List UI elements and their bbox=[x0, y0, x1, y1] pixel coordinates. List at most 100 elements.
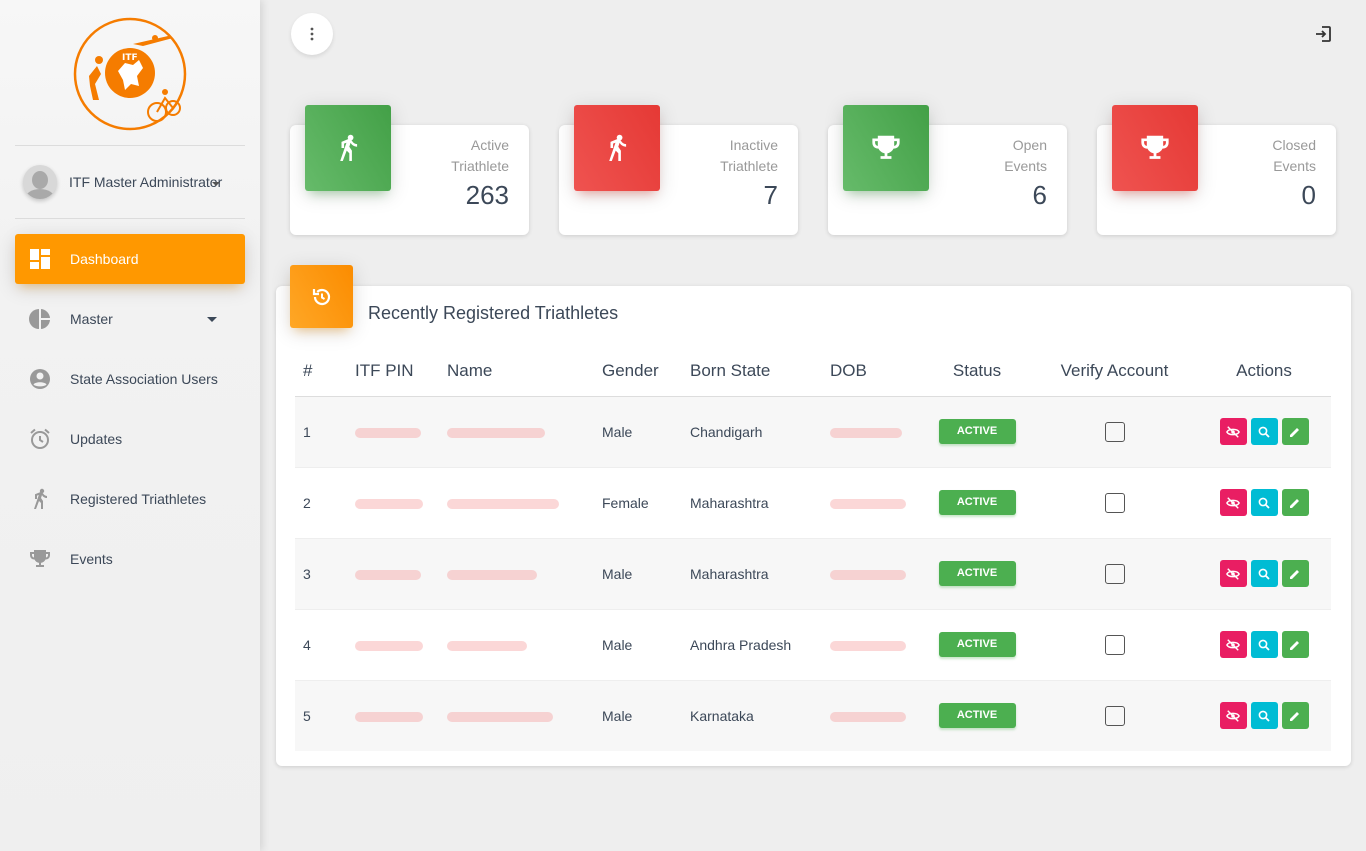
sidebar-item-label: Registered Triathletes bbox=[70, 491, 207, 507]
stat-value: 6 bbox=[1032, 180, 1047, 210]
sidebar-item-state-association-users[interactable]: State Association Users bbox=[15, 354, 245, 404]
more-vert-icon bbox=[310, 27, 314, 41]
visibility-off-icon bbox=[1226, 425, 1240, 438]
column-header: ITF PIN bbox=[347, 346, 439, 397]
sidebar-item-updates[interactable]: Updates bbox=[15, 414, 245, 464]
gender-cell: Male bbox=[594, 609, 682, 681]
status-badge[interactable]: ACTIVE bbox=[938, 703, 1016, 729]
verify-checkbox[interactable] bbox=[1104, 634, 1125, 655]
stat-label: Active Triathlete bbox=[451, 137, 509, 174]
visibility-off-icon bbox=[1226, 567, 1240, 580]
avatar bbox=[23, 165, 57, 199]
name-cell bbox=[439, 467, 594, 539]
logout-icon bbox=[1316, 26, 1331, 42]
edit-button[interactable] bbox=[1281, 418, 1309, 445]
redacted-name bbox=[447, 427, 545, 438]
hide-button[interactable] bbox=[1219, 489, 1247, 516]
verify-cell bbox=[1032, 396, 1197, 468]
redacted-pin bbox=[355, 498, 423, 509]
account-circle-icon bbox=[28, 367, 52, 391]
search-icon bbox=[1258, 710, 1270, 722]
view-button[interactable] bbox=[1250, 702, 1278, 730]
dob-cell bbox=[822, 680, 922, 751]
redacted-pin bbox=[355, 640, 423, 651]
column-header: Verify Account bbox=[1032, 346, 1197, 397]
edit-button[interactable] bbox=[1281, 631, 1309, 658]
stat-icon-box bbox=[1112, 105, 1198, 191]
actions-cell bbox=[1197, 538, 1331, 610]
sidebar-item-events[interactable]: Events bbox=[15, 534, 245, 584]
view-button[interactable] bbox=[1250, 418, 1278, 445]
itf-pin-cell bbox=[347, 609, 439, 681]
runner-icon bbox=[609, 134, 627, 161]
verify-checkbox[interactable] bbox=[1104, 492, 1125, 513]
born-state-cell: Chandigarh bbox=[682, 396, 822, 468]
actions-cell bbox=[1197, 609, 1331, 681]
user-name: ITF Master Administrator bbox=[69, 174, 223, 190]
verify-checkbox[interactable] bbox=[1104, 563, 1125, 584]
hide-button[interactable] bbox=[1219, 631, 1247, 658]
chevron-down-icon bbox=[212, 182, 220, 186]
verify-checkbox[interactable] bbox=[1104, 705, 1125, 726]
view-button[interactable] bbox=[1250, 631, 1278, 658]
sidebar-item-dashboard[interactable]: Dashboard bbox=[15, 234, 245, 284]
runner-icon bbox=[340, 134, 358, 161]
hide-button[interactable] bbox=[1219, 702, 1247, 730]
search-icon bbox=[1258, 639, 1270, 651]
status-badge[interactable]: ACTIVE bbox=[938, 490, 1016, 515]
history-icon bbox=[312, 288, 330, 305]
itf-pin-cell bbox=[347, 538, 439, 610]
row-number: 5 bbox=[295, 680, 347, 751]
visibility-off-icon bbox=[1226, 496, 1240, 509]
search-icon bbox=[1258, 426, 1270, 438]
name-cell bbox=[439, 538, 594, 610]
redacted-name bbox=[447, 498, 559, 509]
logout-button[interactable] bbox=[1311, 22, 1335, 46]
column-header: Actions bbox=[1197, 346, 1331, 397]
status-cell: ACTIVE bbox=[922, 680, 1032, 751]
edit-button[interactable] bbox=[1281, 489, 1309, 516]
redacted-name bbox=[447, 640, 527, 651]
dob-cell bbox=[822, 467, 922, 539]
user-profile[interactable]: ITF Master Administrator bbox=[15, 146, 245, 219]
trophy-icon bbox=[28, 547, 52, 571]
redacted-dob bbox=[830, 711, 906, 722]
itf-logo[interactable]: ITF bbox=[73, 16, 187, 132]
edit-icon bbox=[1290, 569, 1299, 579]
actions-cell bbox=[1197, 467, 1331, 539]
sidebar-item-master[interactable]: Master bbox=[15, 294, 245, 344]
name-cell bbox=[439, 609, 594, 681]
born-state-cell: Maharashtra bbox=[682, 538, 822, 610]
edit-button[interactable] bbox=[1281, 560, 1309, 587]
stat-icon-box bbox=[574, 105, 660, 191]
hide-button[interactable] bbox=[1219, 560, 1247, 587]
verify-checkbox[interactable] bbox=[1104, 421, 1125, 442]
table-row: 4 Male Andhra Pradesh ACTIVE bbox=[295, 609, 1331, 681]
recent-triathletes-card: Recently Registered Triathletes # ITF PI… bbox=[276, 265, 1351, 766]
dob-cell bbox=[822, 609, 922, 681]
status-badge[interactable]: ACTIVE bbox=[938, 561, 1016, 586]
redacted-dob bbox=[830, 498, 906, 509]
search-icon bbox=[1258, 568, 1270, 580]
stat-card-open-events: Open Events 6 bbox=[828, 105, 1067, 235]
view-button[interactable] bbox=[1250, 560, 1278, 587]
table-row: 5 Male Karnataka ACTIVE bbox=[295, 680, 1331, 751]
gender-cell: Male bbox=[594, 680, 682, 751]
sidebar-item-registered-triathletes[interactable]: Registered Triathletes bbox=[15, 474, 245, 524]
gender-cell: Female bbox=[594, 467, 682, 539]
trophy-icon bbox=[872, 135, 900, 159]
dob-cell bbox=[822, 538, 922, 610]
itf-pin-cell bbox=[347, 680, 439, 751]
column-header: DOB bbox=[822, 346, 922, 397]
runner-icon bbox=[28, 487, 52, 511]
sidebar: ITF ITF Master Administrator Dashboard M… bbox=[0, 0, 260, 851]
edit-icon bbox=[1290, 498, 1299, 508]
more-vert-button[interactable] bbox=[291, 13, 333, 55]
status-badge[interactable]: ACTIVE bbox=[938, 419, 1016, 444]
status-cell: ACTIVE bbox=[922, 396, 1032, 468]
alarm-icon bbox=[28, 427, 52, 451]
edit-button[interactable] bbox=[1281, 702, 1309, 730]
status-badge[interactable]: ACTIVE bbox=[938, 632, 1016, 657]
view-button[interactable] bbox=[1250, 489, 1278, 516]
hide-button[interactable] bbox=[1219, 418, 1247, 445]
